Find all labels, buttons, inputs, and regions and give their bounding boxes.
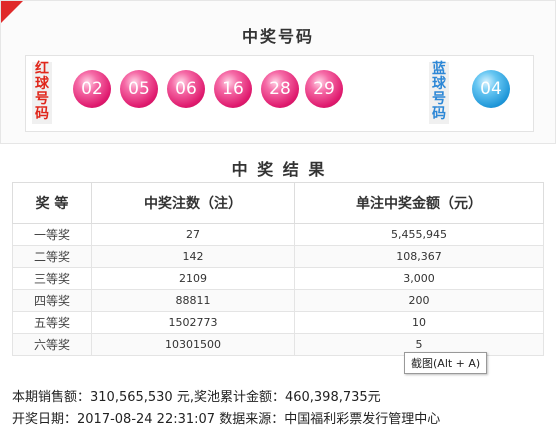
winner-count: 88811	[91, 289, 295, 312]
red-ball-label: 红 球 号 码	[32, 62, 52, 124]
blue-label-char: 号	[432, 91, 446, 107]
results-header-row: 奖 等 中奖注数（注） 单注中奖金额（元）	[12, 182, 544, 224]
winning-numbers-title: 中奖号码	[241, 27, 314, 46]
sales-info: 本期销售额：310,565,530 元,奖池累计金额：460,398,735元	[12, 390, 381, 405]
prize-level: 二等奖	[12, 245, 92, 268]
red-ball-3: 06	[167, 70, 205, 108]
table-row: 三等奖 2109 3,000	[12, 267, 544, 290]
screenshot-tooltip: 截图(Alt + A)	[404, 352, 488, 374]
column-header-count: 中奖注数（注）	[91, 182, 295, 224]
table-row: 二等奖 142 108,367	[12, 245, 544, 268]
blue-ball-label: 蓝 球 号 码	[429, 62, 449, 124]
prize-amount: 5,455,945	[294, 223, 544, 246]
prize-amount: 108,367	[294, 245, 544, 268]
results-table: 奖 等 中奖注数（注） 单注中奖金额（元） 一等奖 27 5,455,945 二…	[12, 182, 544, 356]
corner-ribbon	[1, 1, 23, 23]
blue-label-char: 球	[432, 76, 446, 92]
winner-count: 142	[91, 245, 295, 268]
red-ball-5: 28	[261, 70, 299, 108]
prize-amount: 3,000	[294, 267, 544, 290]
winner-count: 1502773	[91, 311, 295, 334]
blue-label-char: 码	[432, 106, 446, 122]
red-label-char: 球	[35, 76, 49, 92]
prize-level: 五等奖	[12, 311, 92, 334]
prize-level: 一等奖	[12, 223, 92, 246]
prize-amount: 200	[294, 289, 544, 312]
draw-info: 开奖日期：2017-08-24 22:31:07 数据来源：中国福利彩票发行管理…	[12, 412, 441, 427]
table-row: 一等奖 27 5,455,945	[12, 223, 544, 246]
winner-count: 10301500	[91, 333, 295, 356]
prize-level: 三等奖	[12, 267, 92, 290]
column-header-level: 奖 等	[12, 182, 92, 224]
winner-count: 27	[91, 223, 295, 246]
red-ball-6: 29	[305, 70, 343, 108]
table-row: 四等奖 88811 200	[12, 289, 544, 312]
red-ball-4: 16	[214, 70, 252, 108]
red-label-char: 红	[35, 61, 49, 77]
winner-count: 2109	[91, 267, 295, 290]
results-title: 中 奖 结 果	[231, 160, 327, 179]
winning-numbers-panel: 中奖号码 红 球 号 码 02 05 06 16 28 29 蓝 球 号 码 0…	[0, 0, 556, 144]
prize-level: 四等奖	[12, 289, 92, 312]
prize-level: 六等奖	[12, 333, 92, 356]
red-ball-2: 05	[120, 70, 158, 108]
column-header-amount: 单注中奖金额（元）	[294, 182, 544, 224]
red-label-char: 号	[35, 91, 49, 107]
blue-label-char: 蓝	[432, 61, 446, 77]
red-ball-1: 02	[73, 70, 111, 108]
blue-ball-1: 04	[472, 70, 510, 108]
table-row: 五等奖 1502773 10	[12, 311, 544, 334]
prize-amount: 10	[294, 311, 544, 334]
balls-box: 红 球 号 码 02 05 06 16 28 29 蓝 球 号 码 04	[25, 55, 534, 132]
red-label-char: 码	[35, 106, 49, 122]
